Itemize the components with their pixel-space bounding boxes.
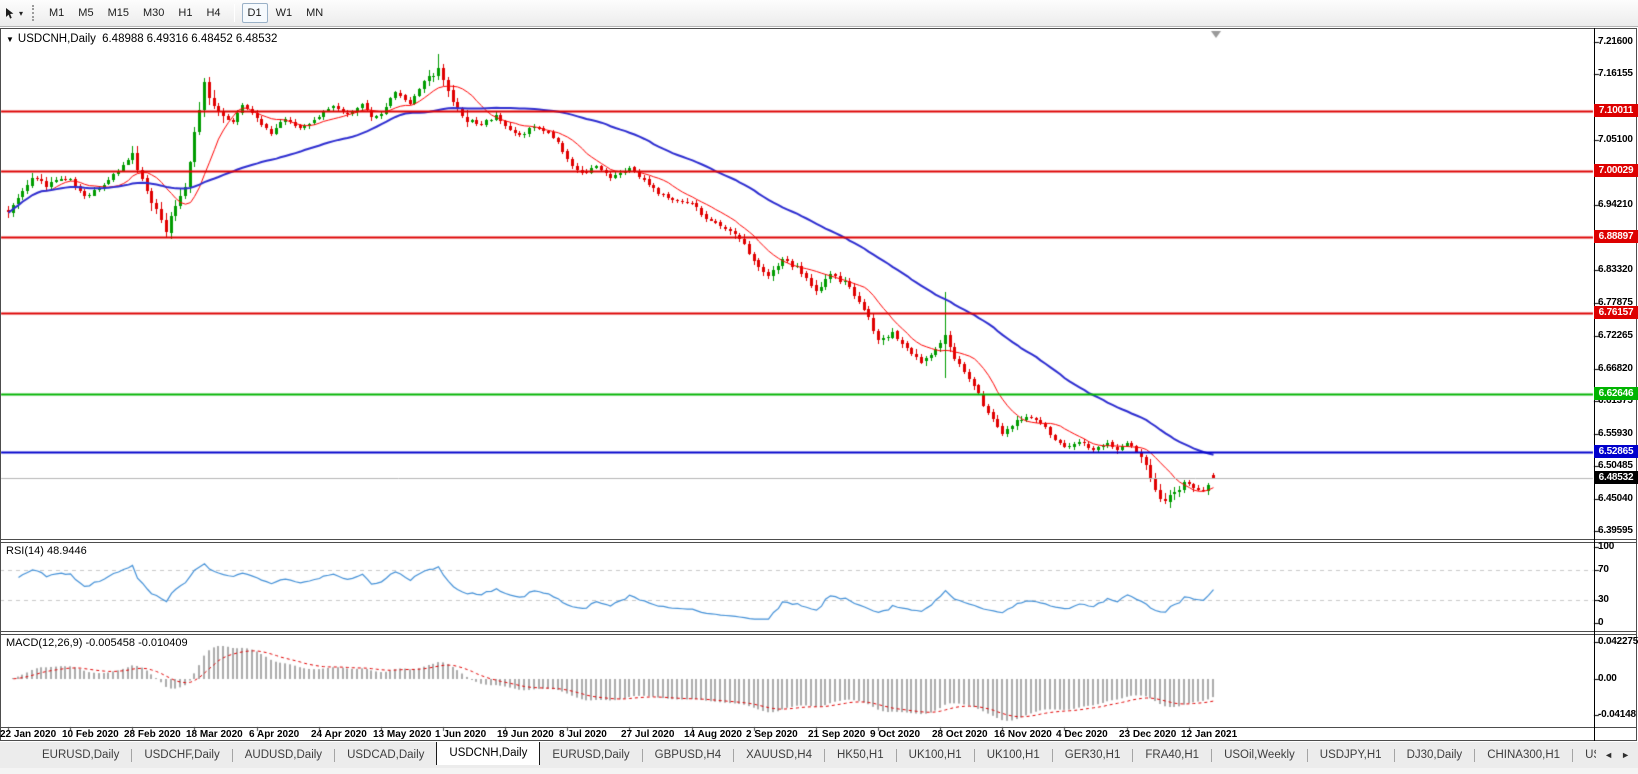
mt4-terminal: ▾ M1M5M15M30H1H4D1W1MN ▼USDCNH,Daily 6.4… [0,0,1638,774]
date-label: 19 Jun 2020 [497,729,554,740]
rsi-label: RSI(14) 48.9446 [6,545,87,557]
date-label: 16 Nov 2020 [994,729,1052,740]
date-label: 8 Jul 2020 [559,729,607,740]
date-label: 27 Jul 2020 [621,729,674,740]
price-tick-label: 7.05100 [1598,134,1633,145]
date-label: 6 Apr 2020 [249,729,299,740]
date-label: 12 Jan 2021 [1181,729,1237,740]
rsi-tick-label: 100 [1598,541,1614,552]
price-tick-label: 6.39595 [1598,525,1633,536]
date-label: 14 Aug 2020 [684,729,742,740]
date-label: 28 Feb 2020 [124,729,181,740]
ohlc-low: 6.48452 [191,33,233,45]
price-tick-label: 7.16155 [1598,68,1633,79]
price-tick-label: 6.55930 [1598,428,1633,439]
level-price-badge: 7.00029 [1594,164,1638,177]
symbol-tab-usdcad-daily[interactable]: USDCAD,Daily [335,744,436,766]
ohlc-high: 6.49316 [147,33,189,45]
tab-scroll-arrows: ◄ ► [1596,742,1638,768]
ohlc-close: 6.48532 [236,33,278,45]
macd-tick-label: -0.04148 [1598,709,1636,720]
price-tick-label: 6.50485 [1598,460,1633,471]
price-tick-label: 6.83320 [1598,264,1633,275]
level-price-badge: 6.62646 [1594,387,1638,400]
price-tick-label: 6.45040 [1598,493,1633,504]
price-tick-label: 6.94210 [1598,199,1633,210]
level-price-badge: 6.88897 [1594,230,1638,243]
date-label: 9 Oct 2020 [870,729,920,740]
symbol-tab-ger30-h1[interactable]: GER30,H1 [1053,744,1133,766]
symbol-tab-eurusd-daily[interactable]: EURUSD,Daily [540,744,641,766]
symbol-tab-usdchf-daily[interactable]: USDCHF,Daily [132,744,231,766]
chart-title: ▼ USDCNH,Daily 6.489886.493166.484526.485… [6,33,280,45]
symbol-tab-uk100-h1[interactable]: UK100,H1 [975,744,1052,766]
rsi-tick-label: 0 [1598,617,1603,628]
symbol-tab-hk50-h1[interactable]: HK50,H1 [825,744,896,766]
symbol-tab-fra40-h1[interactable]: FRA40,H1 [1133,744,1211,766]
collapse-icon[interactable]: ▼ [6,35,14,44]
level-price-badge: 7.10011 [1594,104,1638,117]
macd-label: MACD(12,26,9) -0.005458 -0.010409 [6,637,188,649]
price-tick-label: 6.66820 [1598,363,1633,374]
rsi-tick-label: 30 [1598,594,1609,605]
date-label: 10 Feb 2020 [62,729,119,740]
rsi-tick-label: 70 [1598,564,1609,575]
ohlc-open: 6.48988 [102,33,144,45]
chart-canvas[interactable] [0,0,1638,774]
date-label: 4 Dec 2020 [1056,729,1108,740]
macd-tick-label: 0.00 [1598,673,1617,684]
level-price-badge: 6.76157 [1594,306,1638,319]
date-label: 13 May 2020 [373,729,431,740]
macd-tick-label: 0.042275 [1598,636,1638,647]
symbol-tab-dj30-daily[interactable]: DJ30,Daily [1395,744,1475,766]
symbol-tab-xauusd-h4[interactable]: XAUUSD,H4 [734,744,824,766]
level-price-badge: 6.52865 [1594,445,1638,458]
symbol-tab-gbpusd-h4[interactable]: GBPUSD,H4 [643,744,733,766]
date-label: 2 Sep 2020 [746,729,798,740]
symbol-tab-usoil-weekly[interactable]: USOil,Weekly [1212,744,1307,766]
chart-symbol: USDCNH,Daily [18,33,96,45]
symbol-tab-usdjpy-h1[interactable]: USDJPY,H1 [1308,744,1394,766]
tab-scroll-right-icon[interactable]: ► [1621,750,1630,760]
price-tick-label: 7.21600 [1598,36,1633,47]
date-label: 24 Apr 2020 [311,729,367,740]
date-label: 18 Mar 2020 [186,729,243,740]
date-label: 28 Oct 2020 [932,729,988,740]
date-label: 21 Sep 2020 [808,729,865,740]
symbol-tab-uk100-h1[interactable]: UK100,H1 [897,744,974,766]
date-label: 23 Dec 2020 [1119,729,1176,740]
symbol-tab-eurusd-daily[interactable]: EURUSD,Daily [30,744,131,766]
tab-scroll-left-icon[interactable]: ◄ [1604,750,1613,760]
date-label: 1 Jun 2020 [435,729,486,740]
symbol-tab-bar: EURUSD,DailyUSDCHF,DailyAUDUSD,DailyUSDC… [0,742,1638,768]
symbol-tab-usdcnh-daily[interactable]: USDCNH,Daily [436,742,540,765]
symbol-tab-china300-h1[interactable]: CHINA300,H1 [1475,744,1572,766]
level-price-badge: 6.48532 [1594,471,1638,484]
date-label: 22 Jan 2020 [0,729,56,740]
price-tick-label: 6.72265 [1598,330,1633,341]
status-strip [0,768,1638,774]
symbol-tab-audusd-daily[interactable]: AUDUSD,Daily [233,744,334,766]
